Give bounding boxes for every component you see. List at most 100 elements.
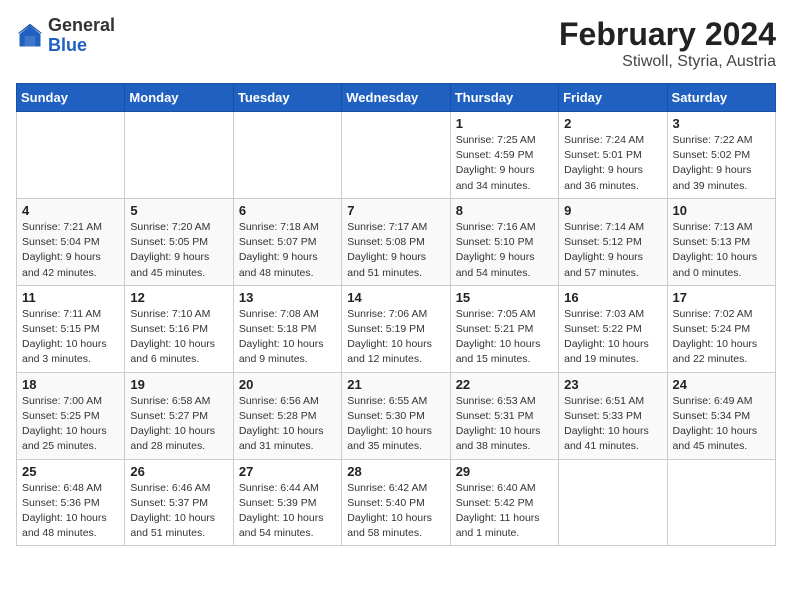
- title-block: February 2024 Stiwoll, Styria, Austria: [559, 16, 776, 71]
- day-info: Sunrise: 7:05 AM Sunset: 5:21 PM Dayligh…: [456, 307, 553, 368]
- day-info: Sunrise: 7:00 AM Sunset: 5:25 PM Dayligh…: [22, 394, 119, 455]
- day-info: Sunrise: 7:06 AM Sunset: 5:19 PM Dayligh…: [347, 307, 444, 368]
- day-number: 24: [673, 377, 770, 392]
- day-info: Sunrise: 7:13 AM Sunset: 5:13 PM Dayligh…: [673, 220, 770, 281]
- weekday-header: Wednesday: [342, 84, 450, 112]
- day-number: 13: [239, 290, 336, 305]
- calendar-week-row: 11Sunrise: 7:11 AM Sunset: 5:15 PM Dayli…: [17, 285, 776, 372]
- day-number: 8: [456, 203, 553, 218]
- day-number: 19: [130, 377, 227, 392]
- calendar-cell: 18 Sunrise: 7:00 AM Sunset: 5:25 PM Dayli…: [17, 372, 125, 459]
- day-number: 14: [347, 290, 444, 305]
- day-number: 12: [130, 290, 227, 305]
- calendar-cell: [17, 112, 125, 199]
- day-number: 27: [239, 464, 336, 479]
- calendar-cell: 14 Sunrise: 7:06 AM Sunset: 5:19 PM Dayli…: [342, 285, 450, 372]
- day-info: Sunrise: 7:08 AM Sunset: 5:18 PM Dayligh…: [239, 307, 336, 368]
- day-info: Sunrise: 7:25 AM Sunset: 4:59 PM Dayligh…: [456, 133, 553, 194]
- day-info: Sunrise: 6:49 AM Sunset: 5:34 PM Dayligh…: [673, 394, 770, 455]
- calendar-cell: 4 Sunrise: 7:21 AM Sunset: 5:04 PM Daylig…: [17, 198, 125, 285]
- page-header: General Blue February 2024 Stiwoll, Styr…: [16, 16, 776, 71]
- day-number: 29: [456, 464, 553, 479]
- day-number: 15: [456, 290, 553, 305]
- day-info: Sunrise: 7:02 AM Sunset: 5:24 PM Dayligh…: [673, 307, 770, 368]
- day-info: Sunrise: 7:14 AM Sunset: 5:12 PM Dayligh…: [564, 220, 661, 281]
- calendar-cell: 26 Sunrise: 6:46 AM Sunset: 5:37 PM Dayli…: [125, 459, 233, 546]
- day-number: 23: [564, 377, 661, 392]
- calendar-cell: [342, 112, 450, 199]
- calendar-cell: 20 Sunrise: 6:56 AM Sunset: 5:28 PM Dayli…: [233, 372, 341, 459]
- calendar-week-row: 4 Sunrise: 7:21 AM Sunset: 5:04 PM Daylig…: [17, 198, 776, 285]
- logo-icon: [16, 22, 44, 50]
- day-info: Sunrise: 6:42 AM Sunset: 5:40 PM Dayligh…: [347, 481, 444, 542]
- calendar-cell: 22 Sunrise: 6:53 AM Sunset: 5:31 PM Dayli…: [450, 372, 558, 459]
- weekday-header: Tuesday: [233, 84, 341, 112]
- weekday-header-row: SundayMondayTuesdayWednesdayThursdayFrid…: [17, 84, 776, 112]
- day-info: Sunrise: 6:58 AM Sunset: 5:27 PM Dayligh…: [130, 394, 227, 455]
- day-number: 20: [239, 377, 336, 392]
- day-number: 10: [673, 203, 770, 218]
- day-number: 22: [456, 377, 553, 392]
- logo-blue: Blue: [48, 35, 87, 55]
- day-info: Sunrise: 7:16 AM Sunset: 5:10 PM Dayligh…: [456, 220, 553, 281]
- calendar-cell: 19 Sunrise: 6:58 AM Sunset: 5:27 PM Dayli…: [125, 372, 233, 459]
- day-info: Sunrise: 7:21 AM Sunset: 5:04 PM Dayligh…: [22, 220, 119, 281]
- day-number: 3: [673, 116, 770, 131]
- day-number: 17: [673, 290, 770, 305]
- weekday-header: Monday: [125, 84, 233, 112]
- calendar-cell: [667, 459, 775, 546]
- logo-general: General: [48, 15, 115, 35]
- day-number: 7: [347, 203, 444, 218]
- calendar-cell: 16Sunrise: 7:03 AM Sunset: 5:22 PM Dayli…: [559, 285, 667, 372]
- calendar-cell: 23 Sunrise: 6:51 AM Sunset: 5:33 PM Dayli…: [559, 372, 667, 459]
- day-number: 5: [130, 203, 227, 218]
- calendar-cell: [233, 112, 341, 199]
- day-info: Sunrise: 7:20 AM Sunset: 5:05 PM Dayligh…: [130, 220, 227, 281]
- day-info: Sunrise: 7:24 AM Sunset: 5:01 PM Dayligh…: [564, 133, 661, 194]
- day-number: 4: [22, 203, 119, 218]
- calendar-table: SundayMondayTuesdayWednesdayThursdayFrid…: [16, 83, 776, 546]
- calendar-cell: 15 Sunrise: 7:05 AM Sunset: 5:21 PM Dayli…: [450, 285, 558, 372]
- calendar-cell: 21 Sunrise: 6:55 AM Sunset: 5:30 PM Dayli…: [342, 372, 450, 459]
- day-info: Sunrise: 6:53 AM Sunset: 5:31 PM Dayligh…: [456, 394, 553, 455]
- weekday-header: Thursday: [450, 84, 558, 112]
- day-number: 28: [347, 464, 444, 479]
- calendar-cell: 2 Sunrise: 7:24 AM Sunset: 5:01 PM Daylig…: [559, 112, 667, 199]
- day-info: Sunrise: 6:48 AM Sunset: 5:36 PM Dayligh…: [22, 481, 119, 542]
- day-number: 1: [456, 116, 553, 131]
- day-number: 2: [564, 116, 661, 131]
- day-number: 6: [239, 203, 336, 218]
- calendar-week-row: 25 Sunrise: 6:48 AM Sunset: 5:36 PM Dayli…: [17, 459, 776, 546]
- logo-text: General Blue: [48, 16, 115, 56]
- calendar-title: February 2024: [559, 16, 776, 53]
- calendar-cell: 24 Sunrise: 6:49 AM Sunset: 5:34 PM Dayli…: [667, 372, 775, 459]
- day-info: Sunrise: 6:55 AM Sunset: 5:30 PM Dayligh…: [347, 394, 444, 455]
- calendar-week-row: 18 Sunrise: 7:00 AM Sunset: 5:25 PM Dayli…: [17, 372, 776, 459]
- calendar-cell: 5 Sunrise: 7:20 AM Sunset: 5:05 PM Daylig…: [125, 198, 233, 285]
- calendar-cell: 10 Sunrise: 7:13 AM Sunset: 5:13 PM Dayli…: [667, 198, 775, 285]
- calendar-cell: [125, 112, 233, 199]
- calendar-cell: 28 Sunrise: 6:42 AM Sunset: 5:40 PM Dayli…: [342, 459, 450, 546]
- day-number: 18: [22, 377, 119, 392]
- day-info: Sunrise: 6:40 AM Sunset: 5:42 PM Dayligh…: [456, 481, 553, 542]
- day-info: Sunrise: 6:46 AM Sunset: 5:37 PM Dayligh…: [130, 481, 227, 542]
- day-info: Sunrise: 7:22 AM Sunset: 5:02 PM Dayligh…: [673, 133, 770, 194]
- day-info: Sunrise: 6:56 AM Sunset: 5:28 PM Dayligh…: [239, 394, 336, 455]
- day-info: Sunrise: 6:44 AM Sunset: 5:39 PM Dayligh…: [239, 481, 336, 542]
- calendar-cell: 29 Sunrise: 6:40 AM Sunset: 5:42 PM Dayli…: [450, 459, 558, 546]
- calendar-cell: [559, 459, 667, 546]
- calendar-cell: 7Sunrise: 7:17 AM Sunset: 5:08 PM Daylig…: [342, 198, 450, 285]
- day-info: Sunrise: 7:03 AM Sunset: 5:22 PM Dayligh…: [564, 307, 661, 368]
- day-number: 25: [22, 464, 119, 479]
- calendar-cell: 8 Sunrise: 7:16 AM Sunset: 5:10 PM Daylig…: [450, 198, 558, 285]
- calendar-cell: 25 Sunrise: 6:48 AM Sunset: 5:36 PM Dayli…: [17, 459, 125, 546]
- day-number: 26: [130, 464, 227, 479]
- calendar-cell: 1 Sunrise: 7:25 AM Sunset: 4:59 PM Daylig…: [450, 112, 558, 199]
- day-info: Sunrise: 6:51 AM Sunset: 5:33 PM Dayligh…: [564, 394, 661, 455]
- calendar-cell: 9 Sunrise: 7:14 AM Sunset: 5:12 PM Daylig…: [559, 198, 667, 285]
- day-number: 9: [564, 203, 661, 218]
- calendar-cell: 13 Sunrise: 7:08 AM Sunset: 5:18 PM Dayli…: [233, 285, 341, 372]
- day-number: 21: [347, 377, 444, 392]
- calendar-cell: 12Sunrise: 7:10 AM Sunset: 5:16 PM Dayli…: [125, 285, 233, 372]
- logo: General Blue: [16, 16, 115, 56]
